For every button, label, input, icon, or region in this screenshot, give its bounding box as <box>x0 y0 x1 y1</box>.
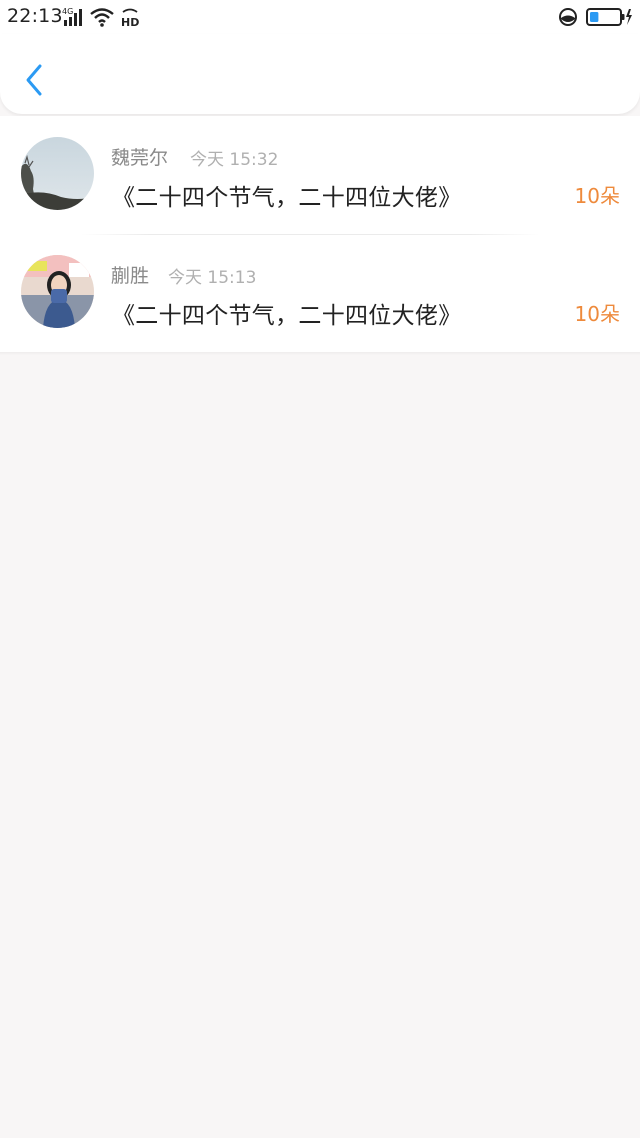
send-time: 今天 15:32 <box>190 150 279 170</box>
hd-icon: HD <box>120 6 140 29</box>
avatar[interactable] <box>21 137 94 210</box>
gift-record-list: 魏莞尔 今天 15:32 《二十四个节气，二十四位大佬》 10朵 蒯胜 今天 1… <box>0 116 640 352</box>
chevron-left-icon <box>26 64 42 96</box>
status-bar: 22:13 4G HD <box>0 0 640 34</box>
signal-icon: 4G <box>62 6 84 28</box>
flower-amount: 10朵 <box>574 184 620 208</box>
sender-name: 蒯胜 <box>111 265 150 287</box>
status-icons-left: 4G HD <box>62 5 140 29</box>
send-time: 今天 15:13 <box>168 268 257 288</box>
screen: 22:13 4G HD 魏莞尔 今天 15:32 《二十四个节气，二十四位大佬》… <box>0 0 640 1138</box>
hd-label: HD <box>121 16 139 28</box>
article-title: 《二十四个节气，二十四位大佬》 <box>112 185 462 211</box>
status-icons-right <box>558 4 634 30</box>
header <box>0 34 640 114</box>
avatar[interactable] <box>21 255 94 328</box>
eye-protection-icon <box>558 7 578 27</box>
status-time: 22:13 <box>7 5 63 27</box>
flower-amount: 10朵 <box>574 302 620 326</box>
battery-icon <box>586 6 634 28</box>
network-type-label: 4G <box>62 7 73 16</box>
back-button[interactable] <box>18 60 50 100</box>
article-title: 《二十四个节气，二十四位大佬》 <box>112 303 462 329</box>
list-item[interactable]: 蒯胜 今天 15:13 《二十四个节气，二十四位大佬》 10朵 <box>0 234 640 352</box>
sender-name: 魏莞尔 <box>111 147 169 169</box>
list-item[interactable]: 魏莞尔 今天 15:32 《二十四个节气，二十四位大佬》 10朵 <box>0 116 640 234</box>
wifi-icon <box>89 6 115 28</box>
list-bottom-shadow <box>0 352 640 355</box>
